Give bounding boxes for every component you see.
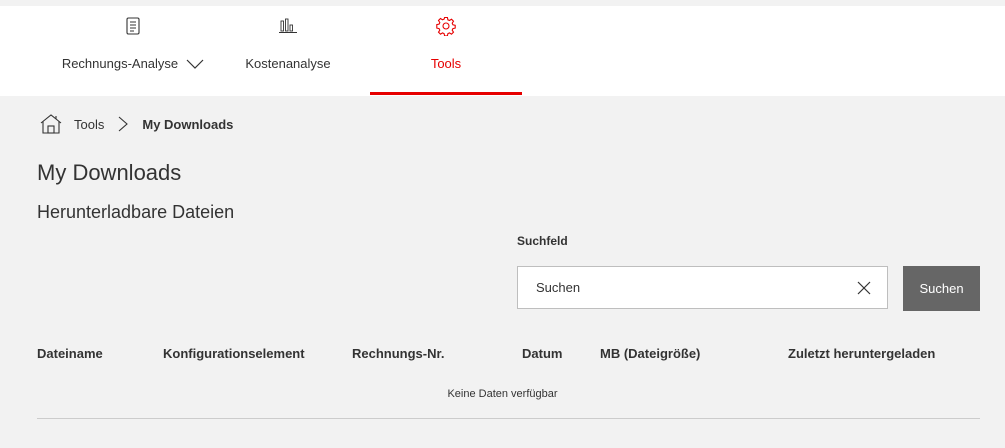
home-icon[interactable] xyxy=(40,114,62,134)
search-input[interactable] xyxy=(518,267,848,308)
column-header-zuletzt-heruntergeladen[interactable]: Zuletzt heruntergeladen xyxy=(788,346,935,361)
table-divider xyxy=(37,418,980,419)
search-button[interactable]: Suchen xyxy=(903,266,980,311)
column-header-dateiname[interactable]: Dateiname xyxy=(37,346,103,361)
chevron-right-icon xyxy=(118,116,129,132)
breadcrumb-parent[interactable]: Tools xyxy=(74,117,104,132)
breadcrumb: Tools My Downloads xyxy=(40,112,233,136)
close-icon[interactable] xyxy=(855,279,873,297)
chevron-down-icon xyxy=(186,59,204,69)
search-label: Suchfeld xyxy=(517,234,568,248)
column-header-konfigurationselement[interactable]: Konfigurationselement xyxy=(163,346,305,361)
breadcrumb-current: My Downloads xyxy=(142,116,234,132)
page-subtitle: Herunterladbare Dateien xyxy=(37,202,235,222)
column-header-datum[interactable]: Datum xyxy=(522,346,562,361)
tab-label: Rechnungs-Analyse xyxy=(61,56,179,71)
tab-label: Tools xyxy=(430,56,462,71)
tab-label: Kostenanalyse xyxy=(245,56,331,71)
gear-icon xyxy=(434,14,458,38)
search-box xyxy=(517,266,888,309)
column-header-dateigroesse[interactable]: MB (Dateigröße) xyxy=(600,346,700,361)
tab-rechnungs-analyse[interactable]: Rechnungs-Analyse xyxy=(58,14,208,96)
empty-table-message: Keine Daten verfügbar xyxy=(447,388,558,400)
top-edge xyxy=(0,0,1005,6)
tab-tools[interactable]: Tools xyxy=(396,14,496,96)
page-title: My Downloads xyxy=(37,160,182,185)
tab-kostenanalyse[interactable]: Kostenanalyse xyxy=(233,14,343,96)
column-header-rechnungs-nr[interactable]: Rechnungs-Nr. xyxy=(352,346,444,361)
document-icon xyxy=(121,14,145,38)
top-navigation: Rechnungs-Analyse Kostenanalyse Tools xyxy=(0,0,1005,96)
bar-chart-icon xyxy=(276,14,300,38)
active-tab-indicator xyxy=(370,92,522,95)
